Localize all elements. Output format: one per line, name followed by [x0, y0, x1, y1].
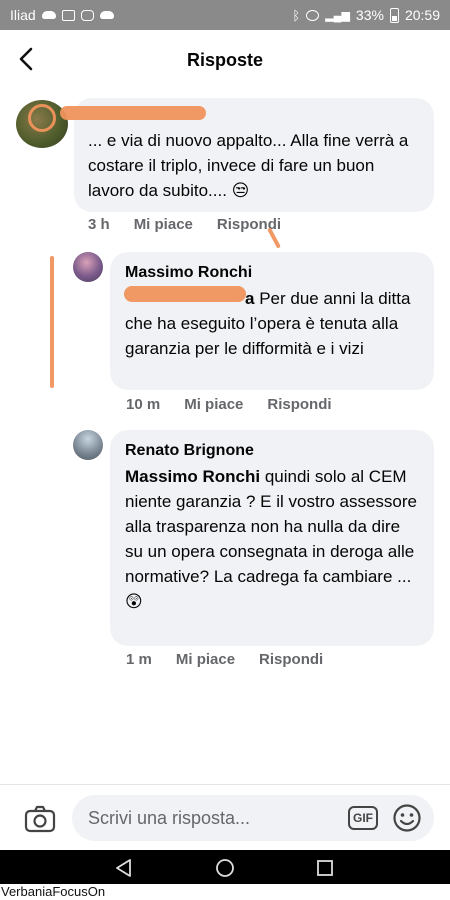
gif-icon[interactable]: GIF — [348, 806, 378, 830]
gallery-icon — [61, 9, 75, 21]
nav-recents-icon[interactable] — [315, 858, 335, 878]
like-button[interactable]: Mi piace — [184, 396, 243, 413]
battery-percent: 33% — [355, 7, 384, 23]
signal-icon: ▂▄▆ — [325, 9, 350, 22]
system-nav-bar — [0, 850, 450, 884]
reply-button[interactable]: Rispondi — [267, 396, 331, 413]
comment-author[interactable]: Massimo Ronchi — [125, 260, 420, 285]
emoji-icon[interactable] — [392, 803, 422, 833]
comment-time: 1 m — [126, 651, 152, 668]
avatar[interactable] — [73, 430, 103, 460]
cloud-icon — [41, 11, 56, 19]
comment-text: quindi solo al CEM niente garanzia ? E i… — [125, 467, 417, 611]
reply-input-placeholder: Scrivi una risposta... — [88, 808, 251, 828]
comment-actions: 1 m Mi piace Rispondi — [126, 651, 323, 668]
like-button[interactable]: Mi piace — [176, 651, 235, 668]
nav-home-icon[interactable] — [215, 858, 235, 878]
page-title: Risposte — [186, 50, 264, 70]
comment-actions: 10 m Mi piace Rispondi — [126, 396, 332, 413]
comment-text: ... e via di nuovo appalto... Alla fine … — [88, 131, 409, 200]
watermark: VerbaniaFocusOn — [0, 884, 450, 900]
comment-time: 3 h — [88, 216, 110, 233]
redaction-scribble — [124, 286, 246, 302]
reply-input[interactable]: Scrivi una risposta... GIF — [72, 795, 434, 841]
mention-tag[interactable]: Massimo Ronchi — [125, 467, 260, 486]
camera-icon[interactable] — [24, 803, 56, 835]
avatar[interactable] — [73, 252, 103, 282]
comment-actions: 3 h Mi piace Rispondi — [88, 216, 281, 233]
alarm-icon — [306, 9, 320, 21]
battery-icon — [389, 7, 399, 23]
clock: 20:59 — [404, 7, 440, 23]
like-button[interactable]: Mi piace — [134, 216, 193, 233]
header: Risposte — [0, 30, 450, 88]
carrier-label: Iliad — [10, 7, 36, 23]
comment-time: 10 m — [126, 396, 161, 413]
bluetooth-icon: ᛒ — [292, 7, 301, 23]
reply-composer: Scrivi una risposta... GIF — [0, 784, 450, 850]
cloud-icon — [99, 11, 114, 19]
status-bar: Iliad ᛒ ▂▄▆ 33% 20:59 — [0, 0, 450, 30]
comment-bubble[interactable]: Massimo Ronchi a Per due anni la ditta c… — [110, 252, 434, 390]
nav-back-icon[interactable] — [114, 858, 134, 878]
redaction-scribble — [60, 106, 206, 120]
redaction-scribble — [28, 104, 56, 132]
comment-bubble[interactable]: Renato Brignone Massimo Ronchi quindi so… — [110, 430, 434, 646]
replies-sheet: Risposte ... e via di nuovo appalto... A… — [0, 30, 450, 820]
annotation-line — [50, 256, 54, 388]
comment-author[interactable]: Renato Brignone — [125, 438, 420, 463]
instagram-icon — [80, 9, 94, 21]
reply-button[interactable]: Rispondi — [259, 651, 323, 668]
